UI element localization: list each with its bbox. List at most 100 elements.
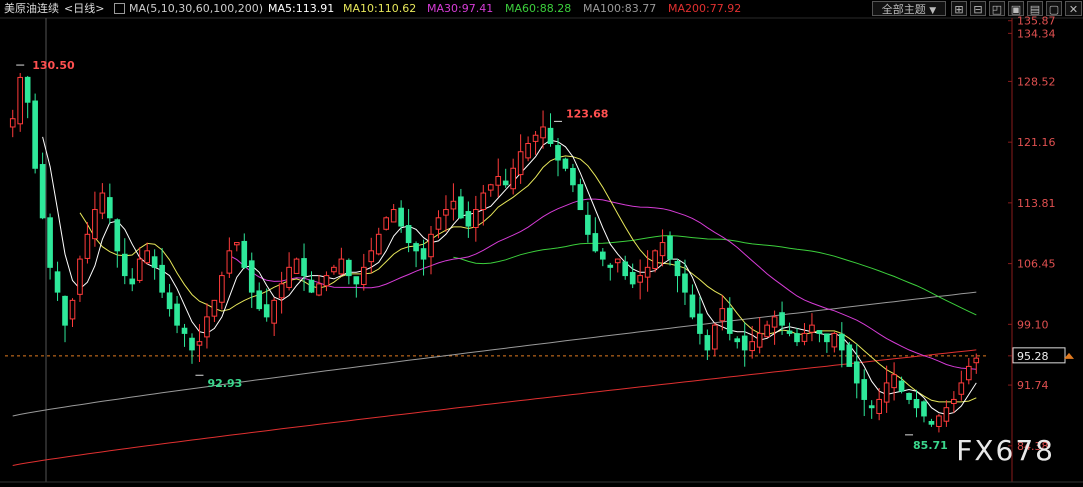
- y-tick-label: 91.74: [1017, 379, 1049, 392]
- candle-body: [271, 299, 277, 324]
- y-tick-label: 135.87: [1017, 15, 1056, 28]
- candle-body: [577, 184, 584, 211]
- candle-body: [84, 233, 91, 259]
- candle-body: [331, 266, 337, 273]
- candle-body: [502, 180, 509, 186]
- low-price-label: 85.71: [913, 439, 948, 452]
- candle-body: [913, 398, 920, 409]
- candle-body: [928, 420, 935, 425]
- candle-body: [547, 127, 554, 144]
- candle-body: [816, 330, 823, 334]
- candle-body: [301, 258, 307, 277]
- candle-body: [114, 219, 121, 252]
- candle-body: [846, 344, 853, 367]
- candle-body: [607, 264, 614, 268]
- candle-body: [749, 341, 756, 352]
- candle-body: [189, 337, 195, 351]
- candle-body: [398, 207, 404, 227]
- ma5-line: [42, 136, 977, 415]
- candle-body: [99, 192, 106, 214]
- candle-body: [495, 176, 502, 186]
- candle-body: [570, 167, 576, 186]
- candle-body: [204, 316, 210, 338]
- candle-body: [951, 398, 957, 405]
- candle-body: [316, 283, 322, 296]
- candle-body: [704, 335, 711, 351]
- candle-body: [487, 184, 494, 191]
- candle-body: [428, 233, 434, 258]
- y-tick-label: 106.45: [1017, 258, 1056, 271]
- candle-body: [9, 118, 16, 128]
- ma200-line: [12, 349, 977, 466]
- candle-body: [248, 260, 255, 293]
- candle-body: [136, 258, 143, 281]
- y-tick-label: 113.81: [1017, 197, 1056, 210]
- candle-body: [771, 316, 778, 328]
- y-tick-label: 128.52: [1017, 75, 1056, 88]
- candle-body: [338, 258, 345, 275]
- candle-body: [532, 134, 539, 142]
- ma60-line: [453, 235, 977, 316]
- candle-body: [517, 151, 524, 176]
- candle-body: [375, 233, 382, 255]
- candle-body: [891, 374, 897, 389]
- candle-body: [219, 275, 225, 303]
- candle-body: [599, 251, 606, 260]
- candle-body: [585, 214, 591, 235]
- candle-body: [525, 142, 531, 159]
- candle-body: [876, 398, 882, 414]
- candle-body: [622, 261, 629, 277]
- candle-body: [555, 145, 561, 161]
- candle-body: [809, 324, 815, 333]
- y-tick-label: 99.10: [1017, 318, 1049, 331]
- candle-body: [473, 209, 479, 228]
- candle-body: [69, 299, 76, 320]
- candle-body: [906, 392, 912, 400]
- candle-body: [943, 407, 950, 422]
- high-price-label: 130.50: [32, 59, 75, 72]
- candle-body: [779, 312, 785, 326]
- candle-body: [652, 250, 658, 269]
- candle-body: [174, 303, 180, 326]
- candle-body: [637, 275, 643, 283]
- candle-body: [24, 76, 31, 103]
- candle-body: [263, 304, 270, 318]
- candle-body: [360, 266, 367, 285]
- candle-body: [458, 196, 464, 219]
- candle-body: [592, 233, 599, 252]
- current-price-label: 95.28: [1017, 350, 1049, 363]
- candle-body: [286, 266, 292, 288]
- candle-body: [719, 308, 726, 322]
- candle-body: [958, 382, 965, 395]
- candle-body: [824, 333, 830, 343]
- candle-body: [107, 197, 113, 219]
- candle-body: [353, 276, 360, 285]
- candle-body: [786, 330, 793, 334]
- candle-body: [181, 327, 188, 334]
- candle-body: [936, 415, 942, 427]
- candle-body: [129, 278, 136, 285]
- candle-body: [144, 250, 150, 264]
- candle-body: [465, 211, 472, 227]
- low-price-label: 92.93: [207, 377, 242, 390]
- candle-body: [256, 290, 263, 310]
- candle-body: [278, 283, 285, 299]
- high-price-label: 123.68: [566, 107, 608, 120]
- candle-body: [697, 313, 703, 334]
- candlestick-chart[interactable]: 135.87134.34 128.52 121.16 113.81 106.45 99.1…: [0, 0, 1083, 487]
- candle-body: [32, 100, 38, 169]
- candle-body: [682, 273, 688, 293]
- candle-body: [801, 332, 808, 342]
- candle-body: [562, 158, 569, 169]
- candle-body: [39, 164, 46, 219]
- candle-body: [241, 240, 248, 268]
- candle-body: [62, 295, 68, 326]
- candle-body: [674, 260, 681, 277]
- candle-body: [741, 335, 748, 351]
- candle-body: [868, 405, 875, 409]
- fx678-watermark: FX678: [956, 434, 1055, 467]
- candle-body: [644, 266, 651, 278]
- candle-body: [764, 324, 770, 338]
- candle-body: [734, 338, 741, 343]
- candle-body: [831, 332, 838, 348]
